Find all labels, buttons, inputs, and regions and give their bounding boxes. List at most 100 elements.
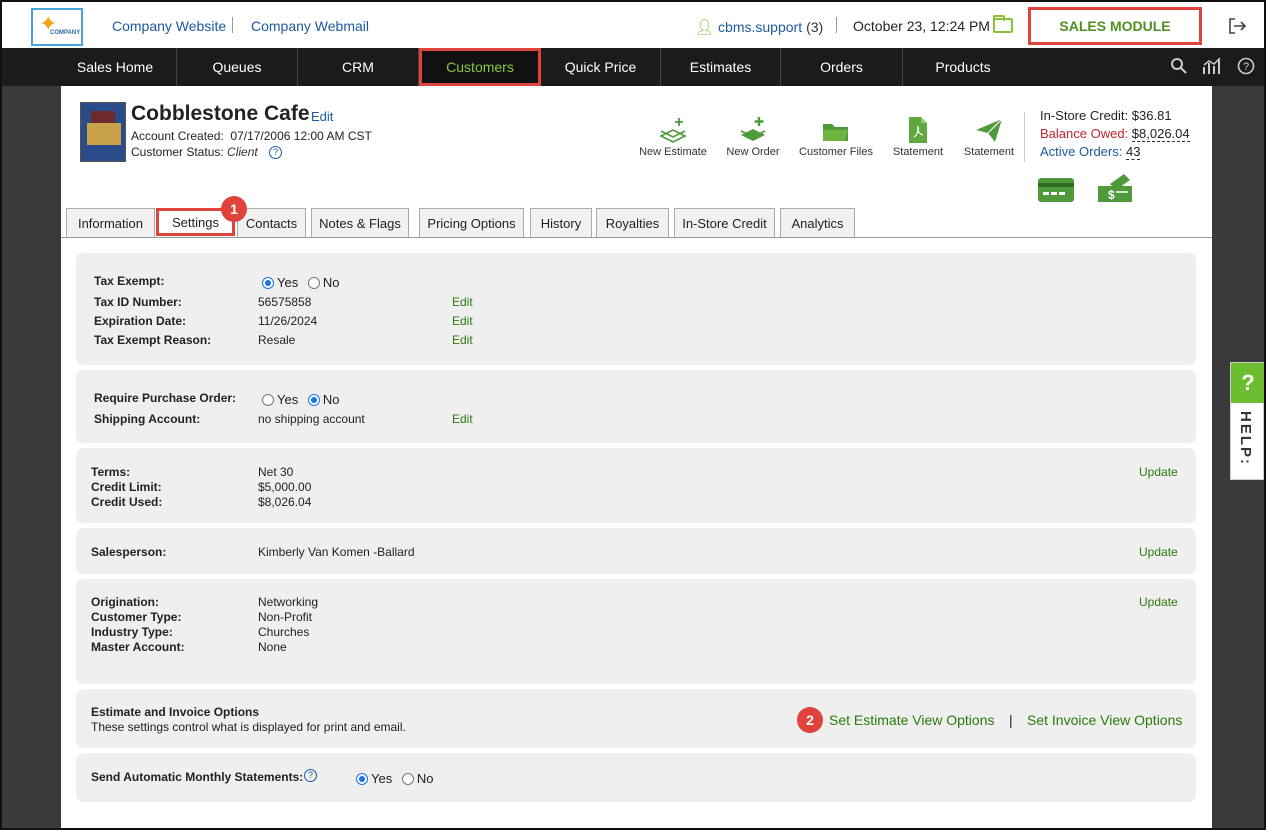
tab-in-store-credit[interactable]: In-Store Credit [674, 208, 775, 237]
send-statement-label: Statement [963, 146, 1015, 158]
new-estimate-label: New Estimate [639, 146, 707, 158]
radio-unchecked[interactable] [401, 773, 414, 785]
sales-module-button[interactable]: SALES MODULE [1028, 7, 1202, 45]
divider [1024, 112, 1025, 162]
auto-statements-label: Send Automatic Monthly Statements: [91, 770, 304, 784]
set-invoice-view-options-link[interactable]: Set Invoice View Options [1027, 712, 1182, 728]
edit-expiration-link[interactable]: Edit [452, 314, 473, 328]
credit-used-value: $8,026.04 [258, 495, 312, 509]
svg-text:?: ? [1243, 61, 1249, 73]
divider [836, 17, 837, 33]
new-order-button[interactable]: New Order [723, 112, 783, 158]
industry-type-label: Industry Type: [91, 625, 173, 639]
new-order-label: New Order [726, 146, 780, 158]
radio-checked[interactable] [262, 277, 274, 289]
company-website-link[interactable]: Company Website [112, 18, 226, 34]
master-account-label: Master Account: [91, 640, 185, 654]
radio-label: No [416, 771, 434, 786]
analytics-icon[interactable] [1202, 57, 1224, 80]
nav-customers[interactable]: Customers [419, 48, 541, 86]
in-store-credit-value: $36.81 [1131, 108, 1172, 123]
customer-status-value: Client [227, 145, 258, 159]
company-logo[interactable]: ✦ COMPANY [31, 8, 83, 46]
tax-exempt-no[interactable]: No [307, 275, 339, 290]
tax-exempt-reason-value: Resale [258, 333, 296, 347]
radio-unchecked[interactable] [262, 394, 274, 406]
master-account-value: None [258, 640, 287, 654]
active-orders-label: Active Orders: [1040, 144, 1123, 159]
search-icon[interactable] [1170, 57, 1188, 80]
nav-crm[interactable]: CRM [298, 48, 419, 86]
tab-contacts[interactable]: Contacts [237, 208, 306, 237]
nav-quick-price[interactable]: Quick Price [541, 48, 661, 86]
expiration-date-value: 11/26/2024 [258, 314, 318, 328]
auto-statements-yes[interactable]: Yes [356, 771, 392, 786]
status-help-icon[interactable]: ? [269, 146, 283, 160]
shipping-account-label: Shipping Account: [94, 412, 201, 426]
edit-tax-id-link[interactable]: Edit [452, 295, 473, 309]
radio-checked[interactable] [307, 394, 320, 406]
customer-status-label: Customer Status: [131, 145, 224, 159]
expiration-date-label: Expiration Date: [94, 314, 187, 328]
edit-shipping-link[interactable]: Edit [452, 412, 473, 426]
active-orders-value[interactable]: 43 [1125, 144, 1141, 160]
account-created-label: Account Created: [131, 129, 224, 143]
set-estimate-view-options-link[interactable]: Set Estimate View Options [829, 712, 994, 728]
statement-pdf-button[interactable]: Statement [888, 112, 948, 158]
update-terms-link[interactable]: Update [1139, 465, 1178, 479]
notification-count: (3) [806, 19, 824, 35]
radio-label: Yes [371, 771, 393, 786]
balance-owed-value[interactable]: $8,026.04 [1131, 126, 1190, 142]
current-datetime: October 23, 12:24 PM [853, 18, 990, 34]
nav-products[interactable]: Products [903, 48, 1023, 86]
new-estimate-button[interactable]: New Estimate [638, 112, 708, 158]
statements-panel: Send Automatic Monthly Statements: ? Yes… [76, 753, 1196, 802]
customer-files-icon [796, 112, 876, 144]
statements-help-icon[interactable]: ? [304, 769, 317, 782]
radio-unchecked[interactable] [307, 277, 320, 289]
help-question-icon: ? [1231, 363, 1264, 403]
tax-panel: Tax Exempt: Yes No Tax ID Number: 565758… [76, 253, 1196, 365]
radio-checked[interactable] [356, 773, 368, 785]
edit-customer-link[interactable]: Edit [311, 109, 333, 124]
nav-sales-home[interactable]: Sales Home [54, 48, 177, 86]
update-salesperson-link[interactable]: Update [1139, 545, 1178, 559]
credit-limit-label: Credit Limit: [91, 480, 162, 494]
auto-statements-no[interactable]: No [401, 771, 434, 786]
update-origination-link[interactable]: Update [1139, 595, 1178, 609]
tab-notes-flags[interactable]: Notes & Flags [311, 208, 409, 237]
radio-label: Yes [277, 392, 299, 407]
active-orders: Active Orders: 43 [1040, 144, 1141, 160]
nav-estimates[interactable]: Estimates [661, 48, 781, 86]
help-icon[interactable]: ? [1237, 57, 1255, 80]
logout-icon[interactable] [1227, 16, 1247, 36]
new-estimate-icon [638, 112, 708, 144]
tax-exempt-yes[interactable]: Yes [262, 275, 298, 290]
company-webmail-link[interactable]: Company Webmail [251, 18, 369, 34]
tab-analytics[interactable]: Analytics [780, 208, 855, 237]
help-side-tab[interactable]: ? HELP: [1230, 362, 1264, 480]
send-statement-button[interactable]: Statement [959, 112, 1019, 158]
divider [232, 17, 233, 33]
user-menu[interactable]: 👤︎ cbms.support (3) [695, 18, 823, 36]
tab-royalties[interactable]: Royalties [596, 208, 669, 237]
tab-history[interactable]: History [530, 208, 592, 237]
radio-label: Yes [277, 275, 299, 290]
step-badge-1: 1 [221, 196, 247, 222]
balance-owed: Balance Owed: $8,026.04 [1040, 126, 1190, 142]
nav-orders[interactable]: Orders [781, 48, 903, 86]
account-created-value: 07/17/2006 12:00 AM CST [230, 129, 372, 143]
require-po-no[interactable]: No [307, 392, 339, 407]
in-store-credit-label: In-Store Credit: [1040, 108, 1129, 123]
tab-pricing-options[interactable]: Pricing Options [419, 208, 524, 237]
require-po-yes[interactable]: Yes [262, 392, 298, 407]
payment-icon[interactable]: $ [1096, 172, 1136, 207]
nav-queues[interactable]: Queues [177, 48, 298, 86]
options-title: Estimate and Invoice Options [91, 705, 260, 719]
folder-icon[interactable] [993, 15, 1013, 33]
credit-card-icon[interactable] [1038, 178, 1074, 202]
edit-reason-link[interactable]: Edit [452, 333, 473, 347]
customer-files-button[interactable]: Customer Files [796, 112, 876, 158]
salesperson-label: Salesperson: [91, 545, 167, 559]
tab-information[interactable]: Information [66, 208, 155, 237]
